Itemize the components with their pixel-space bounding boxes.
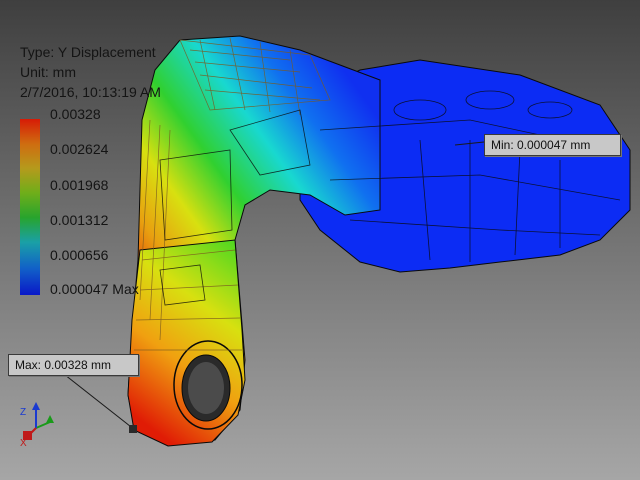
legend-label-5: 0.000047 Max [50, 281, 139, 297]
legend-label-0: 0.00328 [50, 106, 101, 122]
legend-label-1: 0.002624 [50, 141, 109, 157]
z-axis-label: Z [20, 407, 26, 418]
result-type-label: Type: Y Displacement [20, 44, 156, 60]
legend-label-4: 0.000656 [50, 247, 109, 263]
z-axis-arrow [32, 402, 40, 410]
model-viewport[interactable] [0, 0, 640, 480]
view-triad[interactable]: Z X [18, 398, 68, 449]
model-render [59, 35, 631, 447]
model-arm [127, 239, 246, 447]
x-axis-label: X [20, 438, 27, 448]
max-callout[interactable]: Max: 0.00328 mm [8, 354, 139, 376]
max-marker [129, 425, 137, 433]
result-unit-label: Unit: mm [20, 64, 76, 80]
result-date-label: 2/7/2016, 10:13:19 AM [20, 84, 161, 100]
max-leader-line [59, 370, 136, 431]
legend-label-3: 0.001312 [50, 212, 109, 228]
y-axis-arrow [46, 415, 54, 423]
legend-label-2: 0.001968 [50, 177, 109, 193]
color-legend-bar [20, 119, 40, 295]
min-callout[interactable]: Min: 0.000047 mm [484, 134, 621, 156]
